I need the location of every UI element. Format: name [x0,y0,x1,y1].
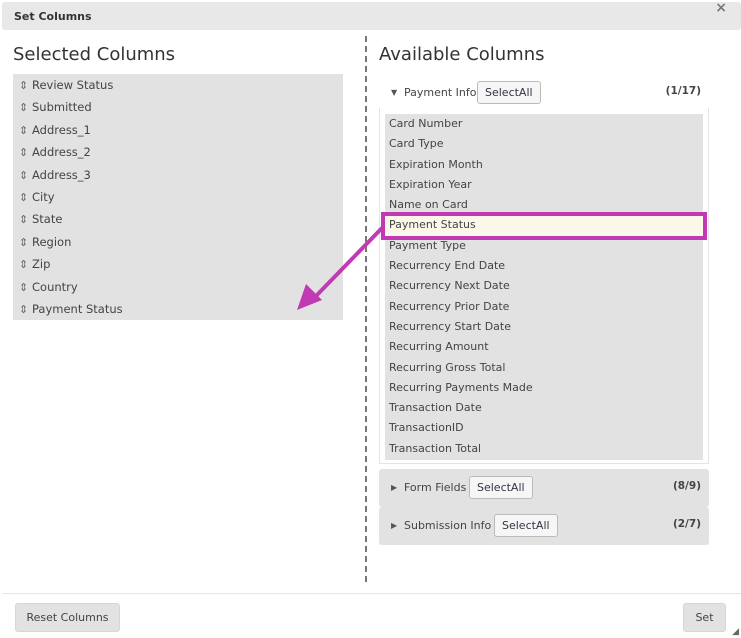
selected-column-label: Address_3 [32,167,91,182]
available-column-item[interactable]: Card Number [385,114,703,134]
available-column-item[interactable]: Recurring Payments Made [385,378,703,398]
available-column-item[interactable]: TransactionID [385,418,703,438]
dialog-title: Set Columns [14,10,92,23]
available-column-item[interactable]: Recurrency Prior Date [385,297,703,317]
drag-handle-icon[interactable]: ⇕ [19,97,32,119]
available-column-item[interactable]: Recurrency End Date [385,256,703,276]
available-column-item[interactable]: Expiration Month [385,155,703,175]
available-column-item[interactable]: Recurrency Next Date [385,276,703,296]
group-label: Submission Info [404,519,492,532]
footer-divider [2,593,741,594]
available-column-item[interactable]: Recurrency Start Date [385,317,703,337]
group-count: (8/9) [672,480,701,492]
group-count: (1/17) [665,85,701,97]
available-column-item[interactable]: Card Type [385,134,703,154]
selected-column-item[interactable]: ⇕ Review Status [13,74,343,96]
drag-handle-icon[interactable]: ⇕ [19,142,32,164]
selected-column-label: Address_2 [32,145,91,160]
selected-column-item[interactable]: ⇕ State [13,208,343,230]
drag-handle-icon[interactable]: ⇕ [19,277,32,299]
available-column-item[interactable]: Payment Type [385,236,703,256]
available-column-item[interactable]: Name on Card [385,195,703,215]
selected-column-label: City [32,189,55,204]
expanded-triangle-icon[interactable]: ▼ [391,88,397,97]
selected-columns-heading: Selected Columns [13,44,176,65]
selected-column-item[interactable]: ⇕ Address_1 [13,119,343,141]
selected-column-label: Address_1 [32,122,91,137]
selected-column-item[interactable]: ⇕ Payment Status [13,298,343,320]
available-column-item[interactable]: Transaction Total [385,439,703,459]
drag-handle-icon[interactable]: ⇕ [19,75,32,97]
drag-handle-icon[interactable]: ⇕ [19,232,32,254]
payment-info-panel: Card Number Card Type Expiration Month Expi… [379,108,709,464]
available-columns-list: Card Number Card Type Expiration Month Expi… [385,114,703,460]
selected-column-item[interactable]: ⇕ Zip [13,253,343,275]
group-submission-info[interactable]: ▶ Submission Info SelectAll (2/7) [379,507,709,545]
group-label: Payment Info [404,86,477,99]
selected-column-item[interactable]: ⇕ Address_2 [13,141,343,163]
reset-columns-button[interactable]: Reset Columns [15,603,120,632]
available-column-item[interactable]: Recurring Amount [385,337,703,357]
available-columns-heading: Available Columns [379,44,545,65]
drag-handle-icon[interactable]: ⇕ [19,254,32,276]
select-all-button[interactable]: SelectAll [477,81,541,104]
column-divider [365,36,367,582]
group-form-fields[interactable]: ▶ Form Fields SelectAll (8/9) [379,469,709,507]
selected-column-label: Payment Status [32,301,123,316]
resize-grip-icon[interactable]: ◢ [732,627,739,637]
available-column-item[interactable]: Payment Status [385,215,703,236]
selected-column-label: Review Status [32,78,114,92]
selected-column-item[interactable]: ⇕ Country [13,276,343,298]
drag-handle-icon[interactable]: ⇕ [19,299,32,321]
available-column-item[interactable]: Expiration Year [385,175,703,195]
dialog-titlebar: Set Columns × [2,1,741,30]
selected-column-label: Region [32,234,72,249]
set-button[interactable]: Set [683,603,726,632]
selected-column-item[interactable]: ⇕ Address_3 [13,164,343,186]
selected-column-label: State [32,212,63,227]
selected-columns-list: ⇕ Review Status ⇕ Submitted ⇕ Address_1 ⇕ Addre… [13,74,343,320]
select-all-button[interactable]: SelectAll [469,476,533,499]
selected-column-item[interactable]: ⇕ Submitted [13,96,343,118]
drag-handle-icon[interactable]: ⇕ [19,209,32,231]
collapsed-triangle-icon[interactable]: ▶ [391,483,397,492]
select-all-button[interactable]: SelectAll [494,514,558,537]
group-payment-info[interactable]: ▼ Payment Info SelectAll (1/17) [379,74,709,112]
close-icon[interactable]: × [715,1,727,15]
selected-column-item[interactable]: ⇕ City [13,186,343,208]
selected-column-label: Country [32,279,78,294]
collapsed-triangle-icon[interactable]: ▶ [391,521,397,530]
drag-handle-icon[interactable]: ⇕ [19,187,32,209]
selected-column-label: Zip [32,257,51,272]
drag-handle-icon[interactable]: ⇕ [19,120,32,142]
available-column-item[interactable]: Transaction Date [385,398,703,418]
selected-column-label: Submitted [32,100,92,115]
group-label: Form Fields [404,481,467,494]
group-count: (2/7) [672,518,701,530]
drag-handle-icon[interactable]: ⇕ [19,165,32,187]
selected-column-item[interactable]: ⇕ Region [13,231,343,253]
available-column-item[interactable]: Recurring Gross Total [385,358,703,378]
